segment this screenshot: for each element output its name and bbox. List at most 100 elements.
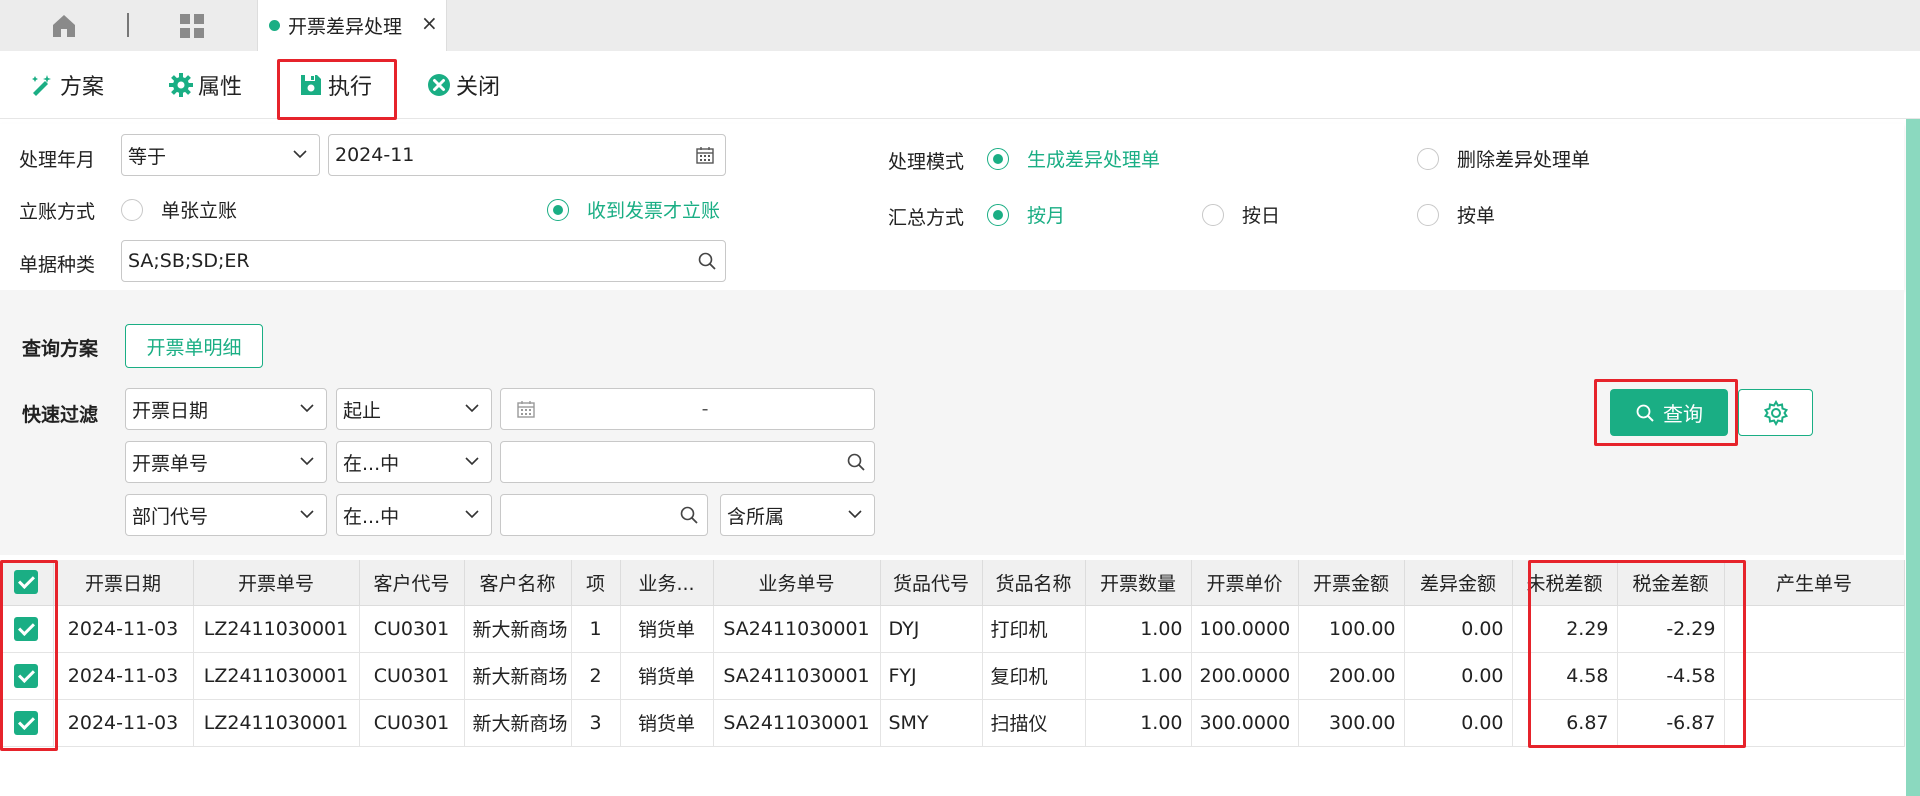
cell-generated-no — [1724, 652, 1905, 700]
grid-icon[interactable] — [178, 12, 206, 40]
cell-goods-name: 复印机 — [982, 652, 1086, 700]
column-header[interactable]: 货品名称 — [982, 560, 1086, 606]
column-header[interactable]: 客户代号 — [359, 560, 465, 606]
column-header[interactable]: 产生单号 — [1724, 560, 1905, 606]
query-plan-label: 查询方案 — [22, 338, 99, 360]
column-header[interactable]: 货品代号 — [880, 560, 983, 606]
filter-field-select-1[interactable]: 开票日期 — [125, 388, 327, 430]
chevron-down-icon — [300, 404, 314, 413]
filter-field-select-3[interactable]: 部门代号 — [125, 494, 327, 536]
posting-option-invoice-label: 收到发票才立账 — [587, 200, 721, 222]
column-header[interactable]: 开票单号 — [193, 560, 360, 606]
cell-amount: 100.00 — [1298, 605, 1405, 653]
column-header[interactable]: 开票单价 — [1191, 560, 1299, 606]
cell-qty: 1.00 — [1085, 605, 1192, 653]
cell-invoice-date: 2024-11-03 — [53, 652, 194, 700]
calendar-icon[interactable] — [516, 399, 536, 419]
filter-dept-input[interactable] — [500, 494, 708, 536]
close-tab-icon[interactable]: × — [421, 11, 438, 35]
chevron-down-icon — [465, 510, 479, 519]
radio-icon — [121, 198, 143, 221]
mode-option-generate[interactable]: 生成差异处理单 — [987, 145, 1160, 172]
chevron-down-icon — [465, 404, 479, 413]
summary-label: 汇总方式 — [888, 207, 965, 229]
tab-invoice-diff[interactable]: 开票差异处理 × — [257, 0, 447, 51]
radio-selected-icon — [987, 147, 1009, 170]
highlight-diff-columns — [1528, 560, 1746, 748]
magic-wand-icon — [32, 75, 51, 96]
mode-option-delete[interactable]: 删除差异处理单 — [1417, 145, 1590, 172]
radio-icon — [1417, 147, 1439, 170]
summary-option-order[interactable]: 按单 — [1417, 201, 1495, 228]
posting-label: 立账方式 — [19, 201, 96, 223]
cell-amount: 300.00 — [1298, 699, 1405, 747]
calendar-icon[interactable] — [695, 145, 715, 165]
highlight-execute — [277, 59, 397, 120]
chevron-down-icon — [465, 457, 479, 466]
doctype-label: 单据种类 — [19, 254, 96, 276]
query-settings-button[interactable] — [1738, 389, 1813, 436]
filter-operator-select-3[interactable]: 在...中 — [336, 494, 492, 536]
summary-option-day-label: 按日 — [1242, 205, 1281, 227]
column-header[interactable]: 开票数量 — [1085, 560, 1192, 606]
chevron-down-icon — [300, 510, 314, 519]
cell-diff-amount: 0.00 — [1404, 699, 1513, 747]
parameter-panel: 处理年月 等于 2024-11 立账方式 单张立账 收到发票才立账 单据种类 S… — [0, 124, 1904, 290]
cell-item: 2 — [571, 652, 621, 700]
posting-option-single[interactable]: 单张立账 — [121, 196, 237, 223]
period-operator-value: 等于 — [128, 145, 167, 168]
period-operator-select[interactable]: 等于 — [121, 134, 320, 176]
search-icon[interactable] — [846, 452, 866, 472]
column-header[interactable]: 客户名称 — [464, 560, 572, 606]
active-dot-icon — [269, 20, 280, 31]
close-button[interactable]: 关闭 — [426, 51, 500, 119]
search-icon[interactable] — [679, 505, 699, 525]
chevron-down-icon — [293, 150, 307, 159]
column-header[interactable]: 业务单号 — [713, 560, 881, 606]
cell-amount: 200.00 — [1298, 652, 1405, 700]
posting-option-invoice[interactable]: 收到发票才立账 — [547, 196, 720, 223]
mode-label: 处理模式 — [888, 151, 965, 173]
summary-option-month[interactable]: 按月 — [987, 201, 1065, 228]
cell-customer-name: 新大新商场 — [464, 652, 572, 700]
radio-icon — [1417, 203, 1439, 226]
chevron-down-icon — [300, 457, 314, 466]
search-icon[interactable] — [697, 251, 717, 271]
attributes-label: 属性 — [198, 75, 243, 100]
period-date-input[interactable]: 2024-11 — [328, 134, 726, 176]
summary-option-day[interactable]: 按日 — [1202, 201, 1280, 228]
attributes-button[interactable]: 属性 — [168, 51, 242, 119]
column-header[interactable]: 差异金额 — [1404, 560, 1513, 606]
home-icon[interactable] — [50, 12, 78, 40]
plan-invoice-detail-button[interactable]: 开票单明细 — [125, 324, 263, 368]
filter-field-value-3: 部门代号 — [132, 505, 209, 528]
cell-goods-code: DYJ — [880, 605, 983, 653]
mode-option-delete-label: 删除差异处理单 — [1457, 149, 1591, 171]
doctype-input[interactable]: SA;SB;SD;ER — [121, 240, 726, 282]
cell-customer-code: CU0301 — [359, 652, 465, 700]
column-header[interactable]: 项 — [571, 560, 621, 606]
filter-include-sub-select[interactable]: 含所属 — [720, 494, 875, 536]
cell-customer-name: 新大新商场 — [464, 699, 572, 747]
column-header[interactable]: 开票金额 — [1298, 560, 1405, 606]
close-circle-icon — [428, 74, 450, 96]
highlight-query — [1594, 379, 1738, 446]
filter-field-select-2[interactable]: 开票单号 — [125, 441, 327, 483]
filter-date-range-input[interactable]: - — [500, 388, 875, 430]
filter-operator-select-2[interactable]: 在...中 — [336, 441, 492, 483]
cell-biz-no: SA2411030001 — [713, 699, 881, 747]
column-header[interactable]: 业务... — [620, 560, 714, 606]
column-header[interactable]: 开票日期 — [53, 560, 194, 606]
filter-invoice-no-input[interactable] — [500, 441, 875, 483]
close-label: 关闭 — [456, 75, 501, 100]
cell-price: 100.0000 — [1191, 605, 1299, 653]
filter-field-value-1: 开票日期 — [132, 399, 209, 422]
vertical-scrollbar[interactable] — [1906, 119, 1920, 796]
cell-invoice-no: LZ2411030001 — [193, 699, 360, 747]
cell-qty: 1.00 — [1085, 699, 1192, 747]
cell-biz-type: 销货单 — [620, 652, 714, 700]
scheme-button[interactable]: 方案 — [30, 51, 104, 119]
filter-operator-select-1[interactable]: 起止 — [336, 388, 492, 430]
radio-selected-icon — [987, 203, 1009, 226]
cell-invoice-date: 2024-11-03 — [53, 699, 194, 747]
